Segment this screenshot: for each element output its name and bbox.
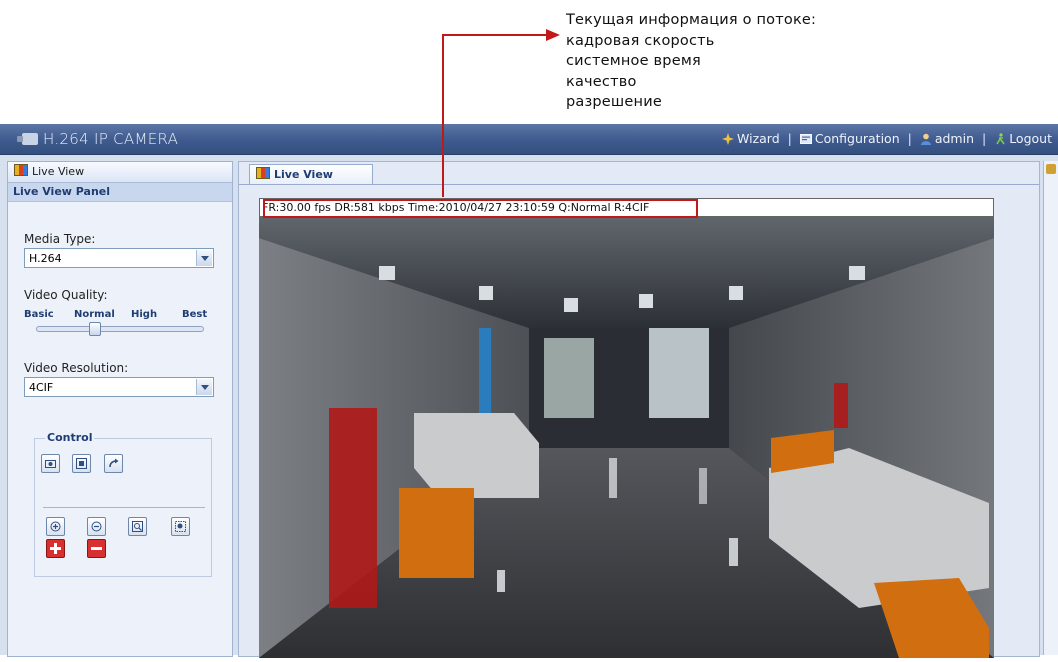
center-panel: Live View FR:30.00 fps DR:581 kbps Time:… — [238, 161, 1040, 658]
media-type-select[interactable]: H.264 — [24, 248, 214, 268]
brand: H.264 IP CAMERA — [17, 130, 179, 148]
main-area: Live View Live View Panel Media Type: H.… — [0, 155, 1058, 658]
stream-info-bar: FR:30.00 fps DR:581 kbps Time:2010/04/27… — [259, 198, 994, 218]
tab-live-view[interactable]: Live View — [249, 164, 373, 184]
media-type-label: Media Type: — [24, 232, 96, 246]
tool-icon[interactable] — [1046, 164, 1056, 174]
video-viewer[interactable] — [259, 198, 994, 658]
nav-separator: | — [787, 131, 792, 146]
configuration-label: Configuration — [814, 131, 900, 146]
zoom-in-icon — [50, 521, 61, 532]
admin-link[interactable]: admin — [920, 131, 974, 146]
wizard-label: Wizard — [737, 131, 780, 146]
quality-level-normal[interactable]: Normal — [74, 309, 115, 320]
camera-icon — [17, 133, 38, 145]
user-icon — [920, 133, 931, 145]
wizard-icon — [722, 133, 735, 145]
annotation-line: системное время — [566, 53, 701, 69]
refresh-button[interactable] — [104, 454, 123, 473]
quality-slider-thumb[interactable] — [89, 322, 101, 336]
snapshot-icon — [45, 460, 56, 468]
quality-level-best[interactable]: Best — [182, 309, 207, 320]
control-divider — [43, 507, 205, 508]
plus-button[interactable] — [46, 539, 65, 558]
tab-underline — [239, 184, 1039, 185]
configuration-icon — [799, 134, 812, 144]
media-type-value: H.264 — [29, 252, 62, 265]
annotation-line: кадровая скорость — [566, 32, 715, 49]
logout-link[interactable]: Logout — [994, 131, 1052, 146]
video-quality-label: Video Quality: — [24, 288, 108, 302]
zoom-fit-button[interactable] — [128, 517, 147, 536]
logout-label: Logout — [1009, 131, 1052, 146]
left-tab-live-view[interactable]: Live View — [8, 162, 232, 183]
top-bar: H.264 IP CAMERA Wizard | Configuration |… — [0, 124, 1058, 155]
admin-label: admin — [934, 131, 974, 146]
refresh-icon — [109, 458, 119, 468]
fullscreen-icon — [76, 458, 87, 469]
stream-info-highlight — [263, 199, 698, 218]
video-resolution-value: 4CIF — [29, 381, 54, 394]
logout-icon — [996, 133, 1005, 145]
chevron-down-icon[interactable] — [196, 250, 212, 266]
right-panel — [1043, 161, 1058, 655]
fullscreen-button[interactable] — [72, 454, 91, 473]
zoom-in-button[interactable] — [46, 517, 65, 536]
quality-slider-track[interactable] — [36, 326, 204, 332]
annotation-line: качество — [566, 73, 637, 90]
chevron-down-icon[interactable] — [196, 379, 212, 395]
control-group: Control — [34, 431, 212, 577]
live-view-icon — [14, 164, 28, 176]
nav-separator: | — [907, 131, 912, 146]
zoom-out-icon — [91, 521, 102, 532]
snapshot-button[interactable] — [41, 454, 60, 473]
zoom-region-button[interactable] — [171, 517, 190, 536]
zoom-region-icon — [175, 521, 186, 532]
annotation-line: Текущая информация о потоке: — [566, 12, 817, 28]
left-panel: Live View Live View Panel Media Type: H.… — [7, 161, 233, 657]
quality-level-high[interactable]: High — [131, 309, 157, 320]
configuration-link[interactable]: Configuration — [799, 131, 900, 146]
video-resolution-select[interactable]: 4CIF — [24, 377, 214, 397]
center-tab-label: Live View — [274, 168, 333, 181]
wizard-link[interactable]: Wizard — [722, 131, 780, 146]
video-resolution-label: Video Resolution: — [24, 361, 129, 375]
annotation-callout: Текущая информация о потоке: кадровая ск… — [566, 10, 816, 113]
minus-button[interactable] — [87, 539, 106, 558]
panel-title: Live View Panel — [8, 183, 232, 202]
top-nav: Wizard | Configuration | admin | Logout — [722, 131, 1052, 146]
zoom-out-button[interactable] — [87, 517, 106, 536]
live-view-icon — [256, 167, 270, 179]
quality-level-basic[interactable]: Basic — [24, 309, 54, 320]
control-legend: Control — [45, 431, 95, 444]
app-title: H.264 IP CAMERA — [43, 130, 179, 148]
nav-separator: | — [981, 131, 987, 146]
left-tab-label: Live View — [32, 165, 85, 178]
annotation-line: разрешение — [566, 94, 662, 110]
video-frame-image — [259, 198, 994, 658]
zoom-fit-icon — [132, 521, 143, 532]
